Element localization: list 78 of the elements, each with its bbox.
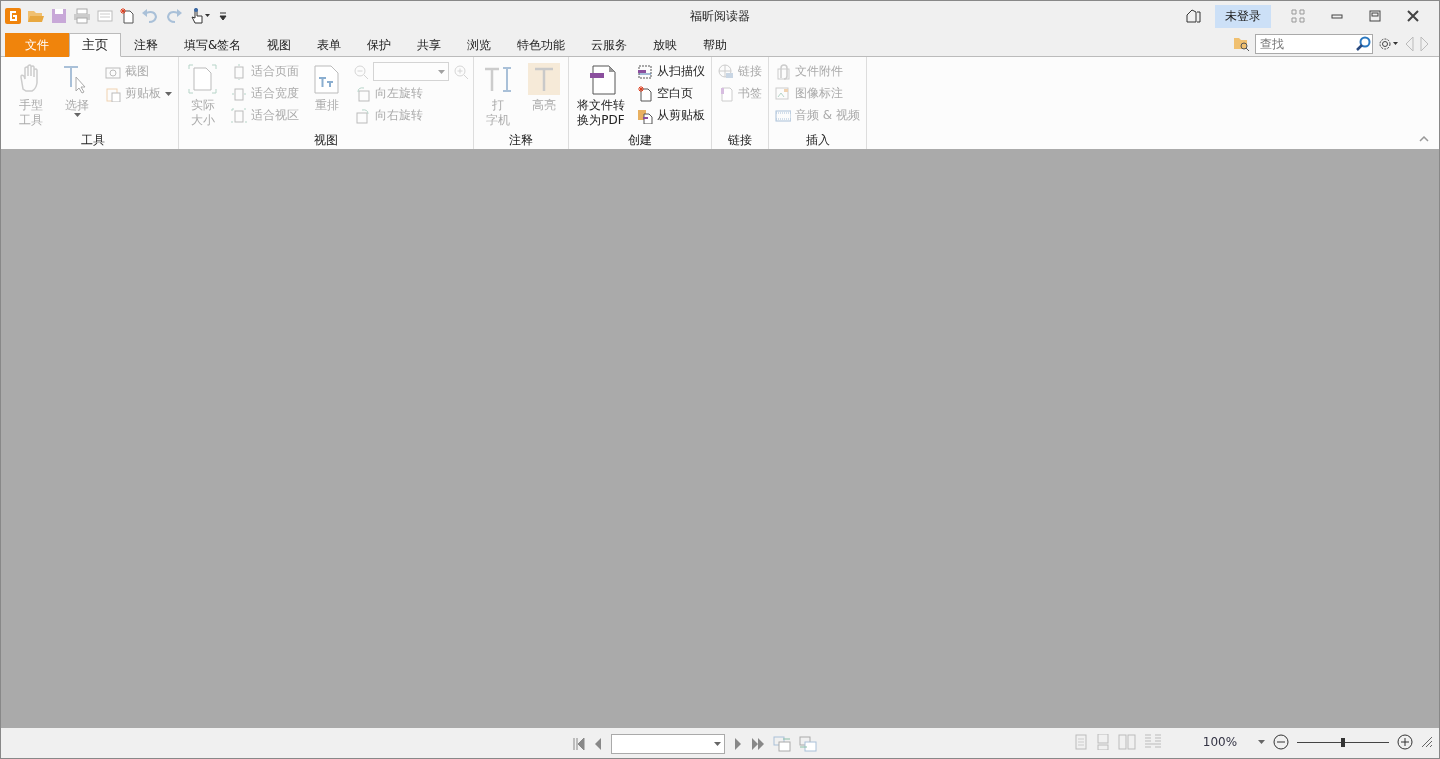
ribbon-tab[interactable]: 浏览: [454, 33, 505, 57]
search-field[interactable]: 查找: [1255, 33, 1373, 54]
zoom-in-icon[interactable]: [1397, 734, 1413, 750]
window-title: 福昕阅读器: [690, 7, 750, 25]
clipboard-icon: [637, 107, 653, 124]
ribbon-button[interactable]: 从剪贴板: [635, 106, 707, 125]
clipboard-icon: [105, 85, 121, 102]
group-label: 创建: [627, 132, 653, 149]
continuous-page-icon[interactable]: [1096, 734, 1110, 750]
group-label: 注释: [508, 132, 534, 149]
zoom-out-icon[interactable]: [1273, 734, 1289, 750]
fit-width-icon: [231, 85, 247, 102]
folder-search-icon[interactable]: [1233, 35, 1251, 52]
single-page-icon[interactable]: [1074, 734, 1088, 750]
caret-icon: [714, 742, 721, 746]
next-icon[interactable]: [1419, 35, 1431, 52]
facing-pages-icon[interactable]: [1118, 734, 1136, 750]
next-view-icon[interactable]: [799, 736, 817, 752]
previous-view-icon[interactable]: [773, 736, 791, 752]
ribbon-tab[interactable]: 表单: [304, 33, 355, 57]
ribbon-tab[interactable]: 填写&签名: [171, 33, 255, 57]
group-label: 插入: [804, 132, 831, 149]
email-icon[interactable]: [97, 8, 113, 24]
last-page-icon[interactable]: [751, 737, 765, 751]
page-number-field[interactable]: [611, 734, 725, 754]
app-logo-icon[interactable]: [5, 8, 21, 24]
caret-icon: [438, 69, 445, 74]
restore-icon: [1369, 10, 1381, 22]
first-page-icon[interactable]: [573, 737, 585, 751]
rotate-left-icon: [355, 85, 371, 102]
paperclip-icon: [775, 63, 791, 80]
previous-page-icon[interactable]: [593, 737, 603, 751]
bookmark-page-icon: [718, 85, 734, 102]
ribbon-tab[interactable]: 保护: [354, 33, 405, 57]
film-strip-icon: [775, 107, 791, 124]
group-label: 视图: [313, 132, 339, 149]
scanner-icon: [637, 63, 653, 80]
ribbon-button[interactable]: 空白页: [635, 84, 707, 103]
next-page-icon[interactable]: [733, 737, 743, 751]
save-icon[interactable]: [51, 8, 67, 24]
image-note-icon: [775, 85, 791, 102]
blank-page-icon: [637, 85, 653, 102]
ribbon-tab[interactable]: 帮助: [690, 33, 741, 57]
collapse-ribbon-icon[interactable]: [1419, 136, 1429, 142]
globe-link-icon: [718, 63, 734, 80]
ribbon-tab[interactable]: 云服务: [578, 33, 641, 57]
close-icon: [1407, 10, 1419, 22]
undo-icon[interactable]: [141, 8, 159, 24]
ribbon-tab[interactable]: 共享: [404, 33, 455, 57]
ribbon-tab[interactable]: 注释: [121, 33, 171, 57]
new-page-icon[interactable]: [119, 8, 135, 24]
customize-icon[interactable]: [219, 11, 227, 21]
group-label: 工具: [79, 132, 106, 149]
zoom-percentage[interactable]: 100%: [1190, 735, 1250, 749]
ribbon-button[interactable]: 将文件转 换为PDF: [573, 61, 629, 132]
ribbon-tab[interactable]: 视图: [254, 33, 305, 57]
hand-pointer-icon[interactable]: [189, 8, 213, 24]
group-label: 链接: [727, 132, 753, 149]
fit-page-icon: [231, 63, 247, 80]
login-button[interactable]: 未登录: [1215, 4, 1271, 28]
zoom-dropdown-icon: [1258, 740, 1265, 744]
print-icon[interactable]: [73, 8, 91, 24]
slider-thumb[interactable]: [1341, 737, 1345, 747]
ribbon-button[interactable]: 从扫描仪: [635, 62, 707, 81]
ribbon-tab[interactable]: 特色功能: [504, 33, 579, 57]
resize-grip-icon[interactable]: [1421, 736, 1433, 748]
ribbon-tab[interactable]: 放映: [640, 33, 691, 57]
rotate-right-icon: [355, 107, 371, 124]
settings-icon[interactable]: [1377, 35, 1399, 52]
ribbon-tab[interactable]: 主页: [69, 33, 121, 57]
redo-icon[interactable]: [165, 8, 183, 24]
fullscreen-icon: [1291, 9, 1305, 23]
continuous-facing-icon[interactable]: [1144, 734, 1162, 750]
file-menu-tab[interactable]: 文件: [5, 33, 69, 57]
search-icon: [1355, 35, 1371, 52]
previous-icon[interactable]: [1403, 35, 1415, 52]
fit-visible-icon: [231, 107, 247, 124]
folder-icon[interactable]: [27, 8, 45, 24]
